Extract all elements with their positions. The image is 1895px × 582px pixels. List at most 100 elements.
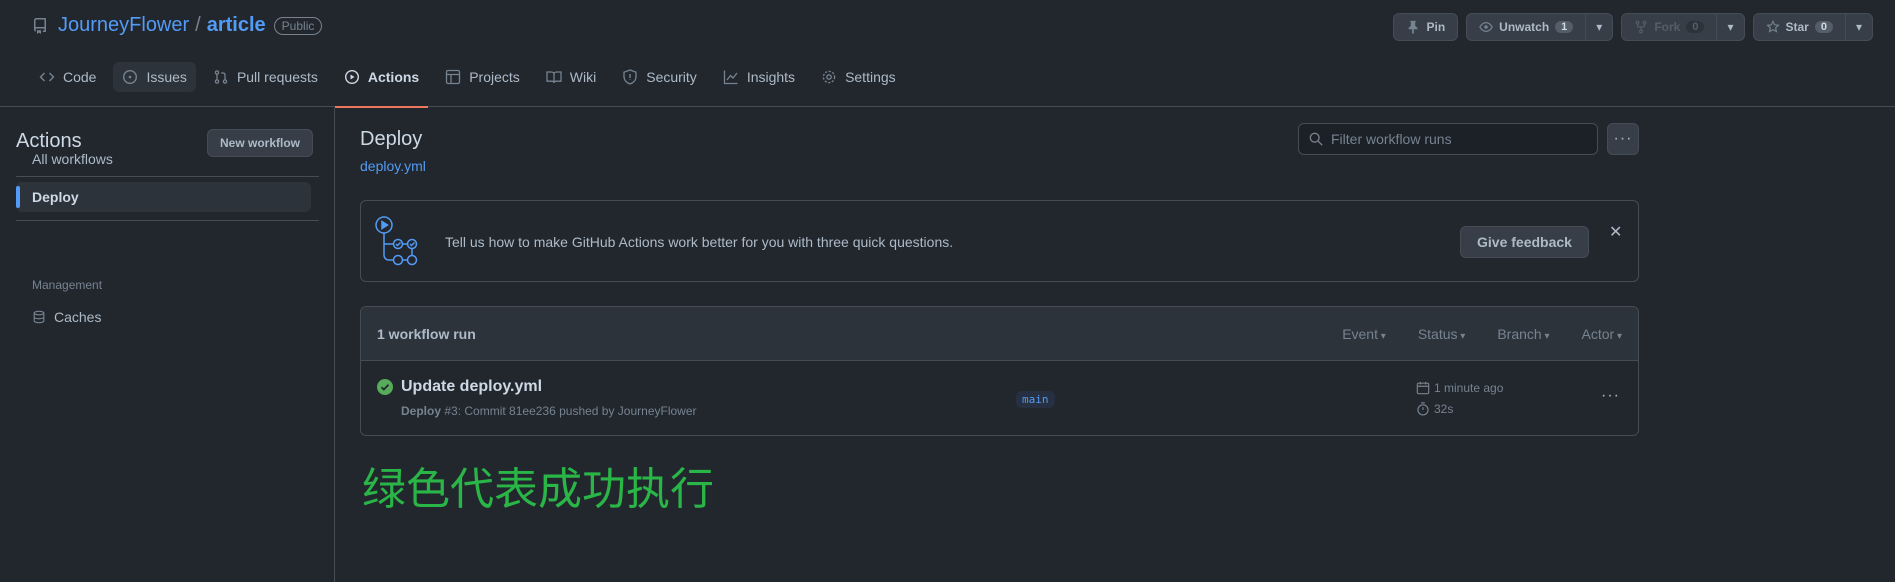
sidebar-heading-management: Management <box>32 278 103 292</box>
calendar-icon <box>1416 381 1430 395</box>
repo-actions: Pin Unwatch 1 ▾ Fork 0 ▾ Star 0 ▾ <box>1393 13 1873 41</box>
tab-label: Pull requests <box>236 69 318 85</box>
fork-button[interactable]: Fork 0 <box>1621 13 1718 41</box>
run-meta: Deploy #3: Commit 81ee236 pushed by Jour… <box>401 404 697 418</box>
filter-runs-input[interactable]: Filter workflow runs <box>1298 123 1598 155</box>
star-count: 0 <box>1814 21 1833 33</box>
fork-label: Fork <box>1654 20 1681 34</box>
sidebar-divider <box>16 220 319 221</box>
filter-placeholder: Filter workflow runs <box>1331 131 1452 147</box>
feedback-banner: Tell us how to make GitHub Actions work … <box>360 200 1639 282</box>
sidebar-item-caches[interactable]: Caches <box>16 302 311 332</box>
chevron-down-icon: ▾ <box>1855 20 1862 34</box>
runs-header: 1 workflow run Event Status Branch Actor <box>361 307 1638 361</box>
sidebar-item-label: All workflows <box>32 151 113 167</box>
tab-code[interactable]: Code <box>30 62 105 92</box>
tab-actions[interactable]: Actions <box>334 62 429 108</box>
tab-label: Actions <box>367 69 420 85</box>
run-meta-text: #3: Commit 81ee236 pushed by JourneyFlow… <box>444 404 697 418</box>
filter-event-dropdown[interactable]: Event <box>1342 326 1386 342</box>
runs-count: 1 workflow run <box>377 326 476 342</box>
tab-label: Issues <box>146 69 187 85</box>
check-circle-icon <box>377 379 393 395</box>
watch-dropdown-button[interactable]: ▾ <box>1586 13 1614 41</box>
workflow-file-link[interactable]: deploy.yml <box>360 158 426 174</box>
repo-header: JourneyFlower / article Public Pin Unwat… <box>0 0 1895 108</box>
annotation-note: 绿色代表成功执行 <box>362 464 714 515</box>
run-more-button[interactable]: ··· <box>1601 387 1620 405</box>
table-icon <box>446 69 461 85</box>
repo-name-link[interactable]: article <box>207 14 266 37</box>
chevron-down-icon: ▾ <box>1596 20 1603 34</box>
run-time: 1 minute ago <box>1416 381 1503 395</box>
tab-issues[interactable]: Issues <box>113 62 196 92</box>
pin-label: Pin <box>1426 20 1446 34</box>
unwatch-button[interactable]: Unwatch 1 <box>1466 13 1587 41</box>
unwatch-label: Unwatch <box>1499 20 1550 34</box>
tab-label: Settings <box>845 69 896 85</box>
run-duration: 32s <box>1416 402 1453 416</box>
fork-icon <box>1635 20 1647 34</box>
search-icon <box>1309 132 1323 146</box>
database-icon <box>33 310 45 324</box>
repo-title: JourneyFlower / article Public <box>32 14 323 37</box>
tab-label: Wiki <box>569 69 597 85</box>
graph-icon <box>723 70 738 85</box>
filter-branch-dropdown[interactable]: Branch <box>1497 326 1549 342</box>
tab-security[interactable]: Security <box>613 62 706 92</box>
workflow-illustration-icon <box>375 216 418 266</box>
run-duration-text: 32s <box>1434 402 1454 416</box>
tab-wiki[interactable]: Wiki <box>537 62 605 92</box>
eye-icon <box>1479 22 1493 32</box>
workflow-runs-list: 1 workflow run Event Status Branch Actor… <box>360 306 1639 436</box>
sidebar-item-label: Caches <box>54 309 102 325</box>
repo-owner-link[interactable]: JourneyFlower <box>58 14 189 37</box>
run-title-link[interactable]: Update deploy.yml <box>401 378 542 396</box>
tab-label: Insights <box>746 69 796 85</box>
workflow-more-button[interactable]: ··· <box>1607 123 1639 155</box>
fork-dropdown-button[interactable]: ▾ <box>1717 13 1745 41</box>
pull-request-icon <box>214 70 228 84</box>
chevron-down-icon: ▾ <box>1727 20 1734 34</box>
book-icon <box>546 71 562 84</box>
shield-icon <box>623 69 637 85</box>
star-icon <box>1765 20 1780 33</box>
star-button[interactable]: Star 0 <box>1752 13 1846 41</box>
sidebar-item-deploy[interactable]: Deploy <box>16 182 311 212</box>
pin-icon <box>1409 20 1418 34</box>
sidebar-item-label: Deploy <box>32 189 79 205</box>
repo-tabs: Code Issues Pull requests Actions Projec… <box>30 62 905 108</box>
filter-status-dropdown[interactable]: Status <box>1418 326 1466 342</box>
tab-label: Projects <box>469 69 520 85</box>
fork-group: Fork 0 ▾ <box>1621 13 1745 41</box>
feedback-text: Tell us how to make GitHub Actions work … <box>445 234 954 250</box>
runs-filters: Event Status Branch Actor <box>1342 326 1622 342</box>
tab-insights[interactable]: Insights <box>714 62 804 92</box>
tab-projects[interactable]: Projects <box>436 62 529 92</box>
code-icon <box>39 72 55 82</box>
star-group: Star 0 ▾ <box>1752 13 1873 41</box>
repo-icon <box>33 17 46 34</box>
branch-label[interactable]: main <box>1016 391 1055 408</box>
tab-settings[interactable]: Settings <box>812 62 905 92</box>
watch-group: Unwatch 1 ▾ <box>1466 13 1614 41</box>
run-row[interactable]: Update deploy.yml Deploy #3: Commit 81ee… <box>361 361 1638 435</box>
visibility-badge: Public <box>273 16 323 35</box>
pin-button[interactable]: Pin <box>1393 13 1459 41</box>
repo-separator: / <box>195 14 201 36</box>
fork-count: 0 <box>1686 21 1705 33</box>
run-workflow-name: Deploy <box>401 404 442 418</box>
filter-actor-dropdown[interactable]: Actor <box>1582 326 1623 342</box>
close-icon[interactable]: ✕ <box>1609 222 1622 242</box>
watch-count: 1 <box>1555 21 1574 33</box>
issue-icon <box>123 69 138 85</box>
give-feedback-button[interactable]: Give feedback <box>1460 226 1589 258</box>
tab-pull-requests[interactable]: Pull requests <box>204 62 327 92</box>
stopwatch-icon <box>1417 402 1429 416</box>
sidebar-divider <box>16 176 319 177</box>
actions-sidebar: Actions New workflow All workflows Deplo… <box>0 108 335 582</box>
play-icon <box>344 69 359 85</box>
gear-icon <box>822 70 836 84</box>
star-dropdown-button[interactable]: ▾ <box>1845 13 1873 41</box>
sidebar-item-all-workflows[interactable]: All workflows <box>16 144 311 174</box>
